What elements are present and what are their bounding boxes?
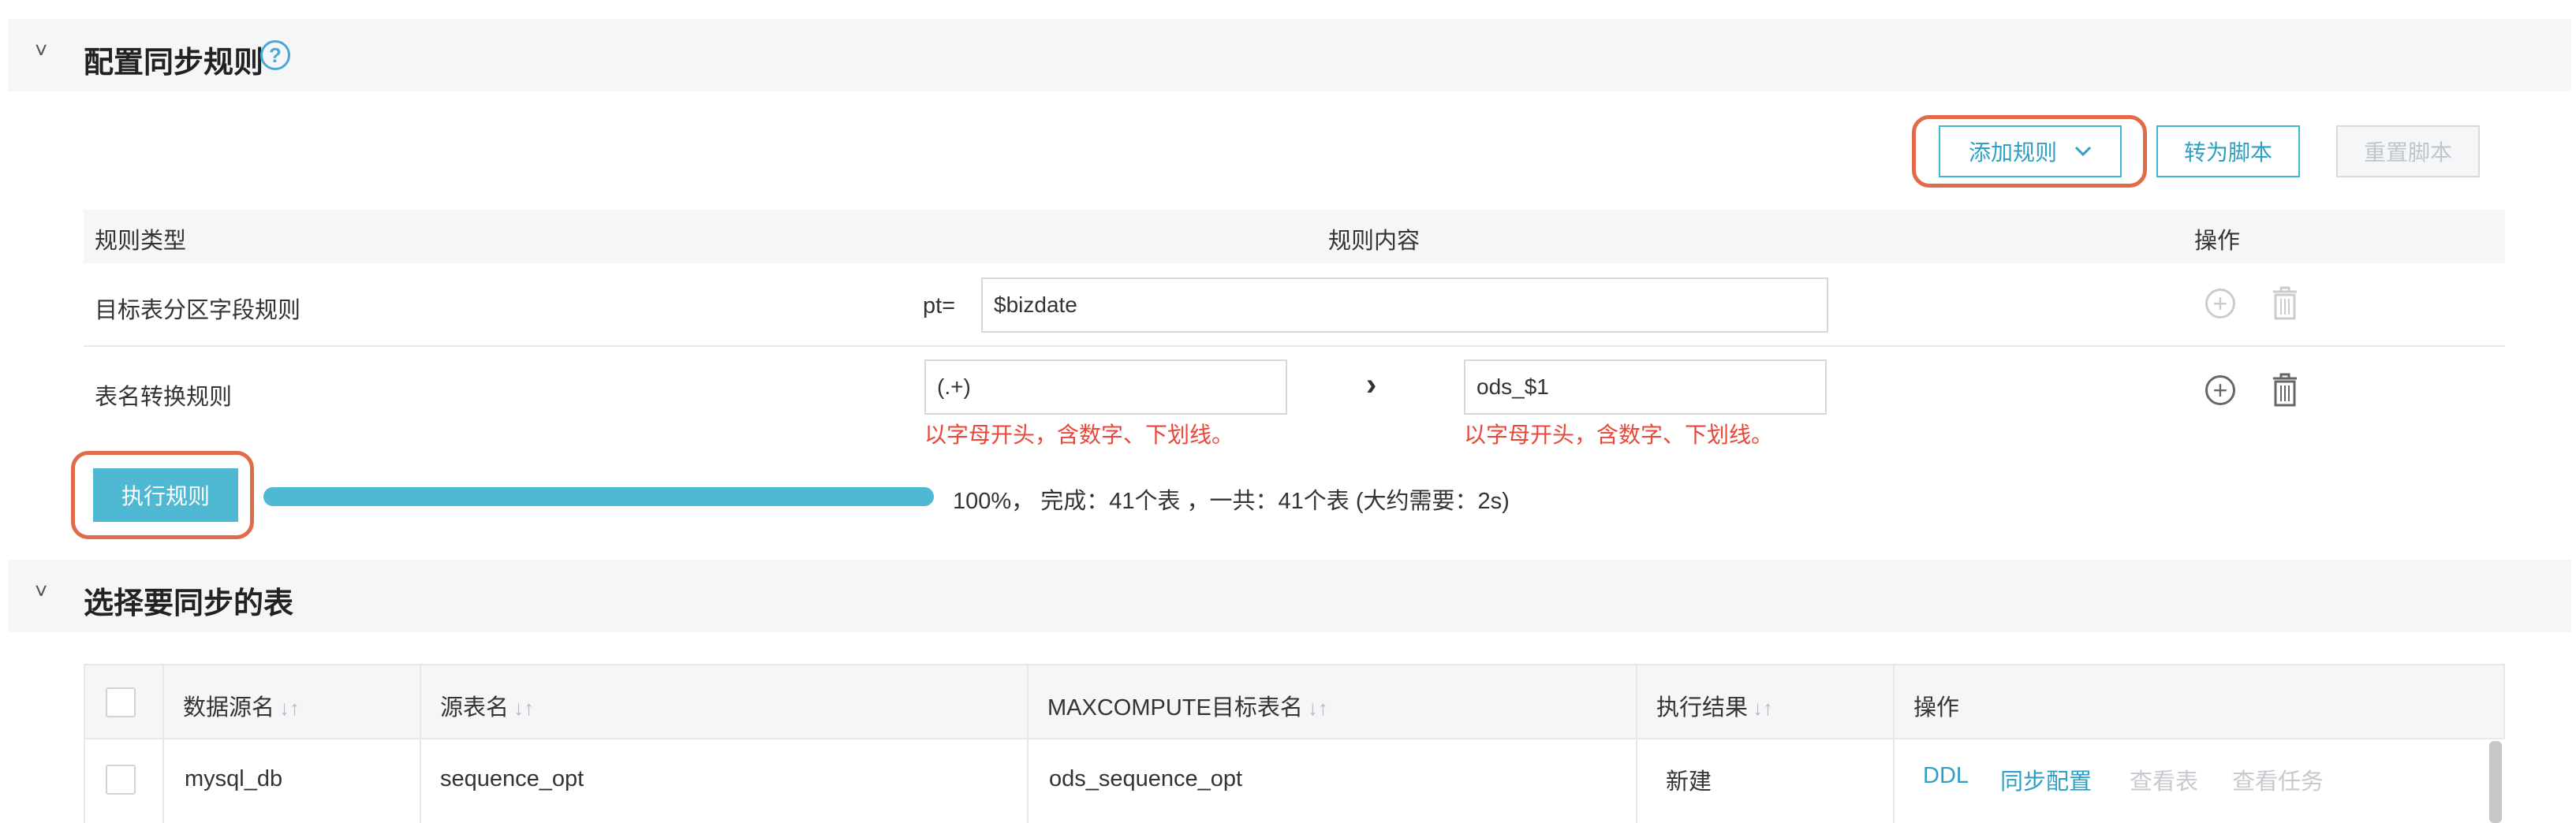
col-header-result[interactable]: 执行结果 ↓↑ [1656, 689, 1773, 722]
sort-icon[interactable]: ↓↑ [279, 696, 300, 720]
execute-progress-fill [263, 487, 934, 506]
view-table-link[interactable]: 查看表 [2130, 763, 2198, 796]
view-task-link[interactable]: 查看任务 [2232, 763, 2324, 796]
grid-left-border [84, 739, 85, 823]
sort-icon[interactable]: ↓↑ [513, 696, 534, 720]
reset-script-button[interactable]: 重置脚本 [2336, 125, 2480, 177]
rules-header-content: 规则内容 [1328, 229, 1421, 254]
select-all-checkbox[interactable] [106, 687, 136, 717]
rule-type-tablename: 表名转换规则 [95, 385, 233, 410]
ddl-link[interactable]: DDL [1923, 763, 1969, 789]
row-source-table: sequence_opt [440, 766, 584, 791]
partition-prefix-label: pt= [923, 293, 956, 318]
chevron-down-icon [2074, 146, 2092, 157]
config-section-collapse-icon[interactable]: ˅ [35, 39, 47, 61]
rules-header-action: 操作 [2194, 229, 2241, 254]
config-section-title: 配置同步规则 [84, 47, 264, 80]
add-row-icon[interactable]: + [2205, 289, 2235, 318]
row-target-table: ods_sequence_opt [1049, 766, 1243, 791]
delete-icon[interactable] [2270, 372, 2300, 407]
col-header-target-table[interactable]: MAXCOMPUTE目标表名 ↓↑ [1047, 689, 1328, 722]
col-header-action: 操作 [1913, 695, 1960, 721]
add-row-icon[interactable]: + [2205, 375, 2235, 405]
partition-value-input[interactable]: $bizdate [981, 277, 1828, 333]
grid-col-divider [1636, 664, 1637, 823]
config-section-header [8, 19, 2571, 91]
help-icon[interactable]: ? [260, 40, 290, 70]
execute-progress-bar [263, 487, 934, 506]
source-hint-text: 以字母开头，含数字、下划线。 [924, 423, 1234, 447]
tablename-source-input[interactable]: (.+) [924, 359, 1287, 415]
col-header-datasource-label: 数据源名 [183, 695, 275, 721]
rules-row-divider [84, 345, 2505, 347]
col-header-datasource[interactable]: 数据源名 ↓↑ [183, 689, 300, 722]
delete-icon[interactable] [2270, 285, 2300, 320]
add-rule-label: 添加规则 [1968, 140, 2057, 165]
col-header-source-table[interactable]: 源表名 ↓↑ [440, 689, 534, 722]
sync-config-link[interactable]: 同步配置 [2000, 763, 2092, 796]
vertical-scrollbar[interactable] [2489, 741, 2502, 823]
target-hint-text: 以字母开头，含数字、下划线。 [1464, 423, 1774, 447]
arrow-right-icon: › [1366, 367, 1377, 402]
grid-col-divider [1027, 664, 1029, 823]
sort-icon[interactable]: ↓↑ [1753, 696, 1773, 720]
row-result: 新建 [1666, 769, 1712, 795]
tables-section-collapse-icon[interactable]: ˅ [35, 580, 47, 602]
col-header-target-table-label: MAXCOMPUTE目标表名 [1047, 695, 1303, 721]
rule-type-partition: 目标表分区字段规则 [95, 298, 301, 323]
grid-col-divider [420, 664, 421, 823]
sort-icon[interactable]: ↓↑ [1308, 696, 1328, 720]
tables-section-title: 选择要同步的表 [84, 587, 294, 620]
tables-section-header [8, 560, 2571, 632]
to-script-button[interactable]: 转为脚本 [2156, 125, 2300, 177]
row-datasource: mysql_db [185, 766, 283, 791]
add-rule-button[interactable]: 添加规则 [1939, 125, 2122, 177]
grid-col-divider [1893, 664, 1895, 823]
rules-table-header [84, 210, 2505, 263]
col-header-result-label: 执行结果 [1656, 695, 1749, 721]
rules-header-type: 规则类型 [95, 229, 187, 254]
row-checkbox[interactable] [106, 765, 136, 795]
grid-col-divider [162, 664, 164, 823]
execute-rule-button[interactable]: 执行规则 [93, 468, 238, 522]
col-header-source-table-label: 源表名 [440, 695, 510, 721]
tablename-target-input[interactable]: ods_$1 [1464, 359, 1827, 415]
execute-status-text: 100%， 完成：41个表 ，一共：41个表 (大约需要：2s) [953, 489, 1510, 514]
